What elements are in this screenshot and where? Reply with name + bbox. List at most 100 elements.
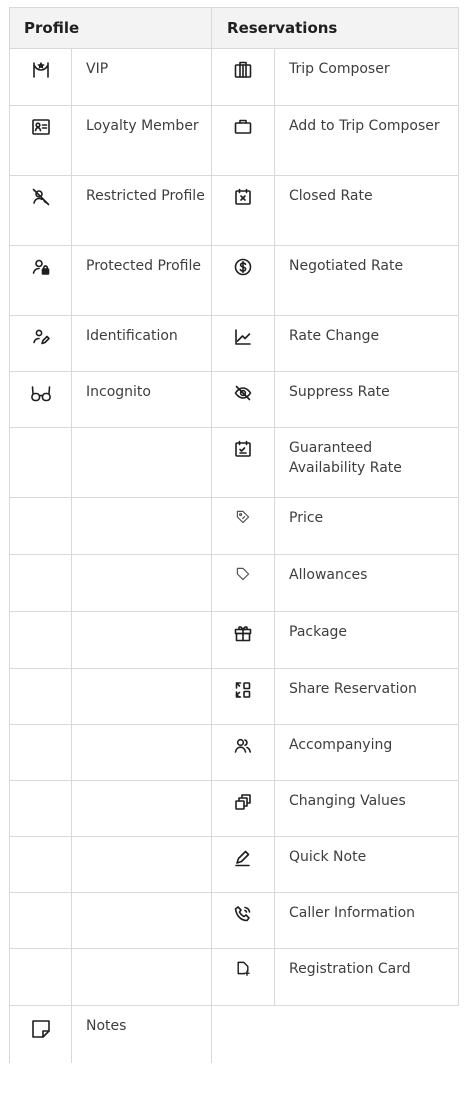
notes-label: Notes bbox=[70, 1005, 213, 1063]
table-row: Accompanying bbox=[9, 724, 460, 781]
reservation-label: Package bbox=[274, 611, 460, 669]
empty-cell bbox=[70, 668, 213, 725]
table-row: Notes bbox=[9, 1005, 459, 1063]
id-card-icon bbox=[31, 119, 50, 135]
changing-values-icon-cell bbox=[211, 780, 276, 837]
table-row: Share Reservation bbox=[9, 668, 460, 725]
empty-cell bbox=[9, 668, 72, 725]
tag-icon-cell bbox=[211, 554, 276, 612]
profile-label: Protected Profile bbox=[70, 245, 213, 316]
reservation-label: Negotiated Rate bbox=[274, 245, 460, 316]
table-row: Allowances bbox=[9, 554, 460, 612]
empty-cell bbox=[70, 892, 213, 949]
empty-cell bbox=[70, 427, 213, 498]
reservation-label: Accompanying bbox=[274, 724, 460, 781]
profile-header: Profile bbox=[8, 7, 213, 49]
id-card-icon-cell bbox=[9, 105, 72, 176]
identification-icon-cell bbox=[9, 315, 72, 372]
restricted-user-icon bbox=[32, 188, 49, 206]
empty-cell bbox=[9, 497, 72, 555]
reservation-label: Changing Values bbox=[274, 780, 460, 837]
empty-cell bbox=[9, 892, 72, 949]
vip-icon-cell bbox=[9, 48, 72, 106]
gift-icon-cell bbox=[211, 611, 276, 669]
empty-cell bbox=[70, 611, 213, 669]
reservation-label: Registration Card bbox=[274, 948, 460, 1006]
pen-icon-cell bbox=[211, 836, 276, 893]
briefcase-icon bbox=[234, 119, 252, 134]
table-header-row: Profile Reservations bbox=[8, 7, 460, 49]
empty-cell bbox=[70, 780, 213, 837]
dollar-circle-icon-cell bbox=[211, 245, 276, 316]
icon-legend-table: Profile Reservations VIP Trip Composer L… bbox=[8, 7, 460, 1063]
empty-cell bbox=[70, 836, 213, 893]
registration-card-icon bbox=[237, 961, 250, 976]
table-row: Package bbox=[9, 611, 460, 669]
reservation-label: Price bbox=[274, 497, 460, 555]
share-reservation-icon bbox=[235, 682, 251, 698]
sticky-note-icon bbox=[31, 1020, 50, 1038]
reservation-label: Add to Trip Composer bbox=[274, 105, 460, 176]
changing-values-icon bbox=[235, 794, 251, 810]
sticky-note-icon-cell bbox=[9, 1005, 72, 1063]
price-tag-icon-cell bbox=[211, 497, 276, 555]
protected-user-icon bbox=[32, 259, 49, 275]
empty-cell bbox=[212, 1006, 275, 1063]
table-row: Changing Values bbox=[9, 780, 460, 837]
pen-icon bbox=[235, 850, 250, 867]
table-row: Protected Profile Negotiated Rate bbox=[9, 245, 460, 316]
empty-cell bbox=[70, 554, 213, 612]
dollar-circle-icon bbox=[234, 258, 252, 276]
empty-cell bbox=[9, 948, 72, 1006]
registration-card-icon-cell bbox=[211, 948, 276, 1006]
vip-icon bbox=[32, 62, 49, 78]
table-row: Quick Note bbox=[9, 836, 460, 893]
identification-icon bbox=[32, 329, 50, 345]
table-row: Loyalty Member Add to Trip Composer bbox=[9, 105, 460, 176]
reservation-label: Rate Change bbox=[274, 315, 460, 372]
table-row: Restricted Profile Closed Rate bbox=[9, 175, 460, 246]
calendar-check-icon bbox=[235, 440, 251, 457]
empty-cell bbox=[9, 554, 72, 612]
restricted-user-icon-cell bbox=[9, 175, 72, 246]
briefcase-icon-cell bbox=[211, 105, 276, 176]
people-icon-cell bbox=[211, 724, 276, 781]
table-row: Identification Rate Change bbox=[9, 315, 460, 372]
reservation-label: Trip Composer bbox=[274, 48, 460, 106]
eye-off-icon bbox=[234, 385, 252, 401]
share-reservation-icon-cell bbox=[211, 668, 276, 725]
price-tag-icon bbox=[236, 510, 250, 524]
profile-label: Incognito bbox=[70, 371, 213, 428]
profile-label: Identification bbox=[70, 315, 213, 372]
eye-off-icon-cell bbox=[211, 371, 276, 428]
luggage-icon-cell bbox=[211, 48, 276, 106]
reservation-label: Closed Rate bbox=[274, 175, 460, 246]
table-row: VIP Trip Composer bbox=[9, 48, 460, 106]
empty-cell bbox=[9, 427, 72, 498]
profile-label: Restricted Profile bbox=[70, 175, 213, 246]
table-row: Caller Information bbox=[9, 892, 460, 949]
table-row: Incognito Suppress Rate bbox=[9, 371, 460, 428]
empty-cell bbox=[275, 1006, 459, 1063]
line-chart-icon-cell bbox=[211, 315, 276, 372]
people-icon bbox=[234, 738, 252, 753]
reservations-header: Reservations bbox=[211, 7, 460, 49]
phone-icon-cell bbox=[211, 892, 276, 949]
reservation-label: Caller Information bbox=[274, 892, 460, 949]
empty-cell bbox=[70, 724, 213, 781]
table-row: Guaranteed Availability Rate bbox=[9, 427, 460, 498]
table-row: Registration Card bbox=[9, 948, 460, 1006]
calendar-check-icon-cell bbox=[211, 427, 276, 498]
empty-cell bbox=[70, 497, 213, 555]
line-chart-icon bbox=[235, 329, 251, 345]
empty-cell bbox=[9, 836, 72, 893]
glasses-icon bbox=[30, 386, 51, 402]
luggage-icon bbox=[234, 61, 252, 78]
reservation-label: Guaranteed Availability Rate bbox=[274, 427, 460, 498]
empty-cell bbox=[9, 780, 72, 837]
glasses-icon-cell bbox=[9, 371, 72, 428]
phone-icon bbox=[234, 906, 251, 922]
calendar-closed-icon-cell bbox=[211, 175, 276, 246]
reservation-label: Allowances bbox=[274, 554, 460, 612]
empty-cell bbox=[9, 724, 72, 781]
